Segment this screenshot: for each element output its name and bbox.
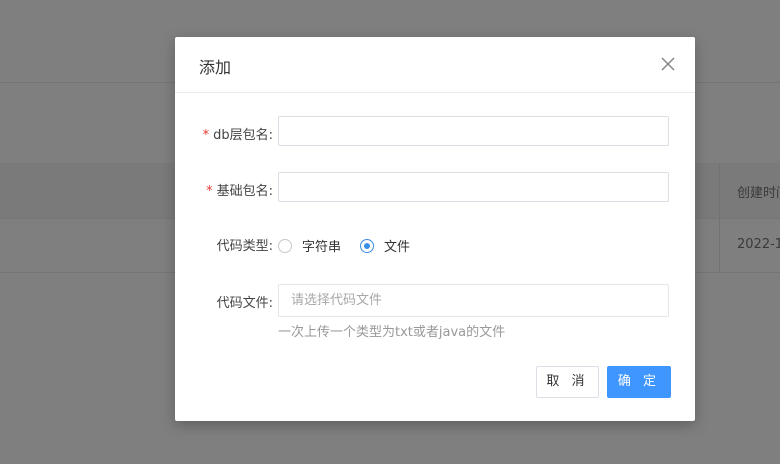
cancel-button[interactable]: 取 消	[536, 366, 599, 398]
base-package-label-text: 基础包名:	[216, 184, 273, 199]
code-file-input[interactable]: 请选择代码文件	[278, 284, 669, 317]
dialog-header: 添加	[175, 37, 695, 93]
confirm-button[interactable]: 确 定	[607, 366, 671, 398]
table-header-created-time: 创建时间	[737, 186, 780, 201]
column-divider	[719, 163, 720, 273]
radio-file-label: 文件	[384, 240, 411, 255]
db-package-input[interactable]	[278, 116, 669, 146]
table-cell-created-time: 2022-12	[737, 237, 780, 252]
dialog-title: 添加	[199, 58, 232, 77]
radio-string-circle[interactable]	[278, 238, 292, 253]
code-type-label: 代码类型:	[216, 239, 273, 254]
required-mark: *	[206, 184, 213, 199]
radio-string-label: 字符串	[302, 240, 342, 255]
close-icon[interactable]	[659, 55, 677, 73]
radio-file-circle[interactable]	[360, 238, 374, 253]
required-mark: *	[202, 128, 210, 143]
base-package-input[interactable]	[278, 172, 669, 202]
code-file-label: 代码文件:	[216, 296, 273, 311]
db-package-label-text: db层包名:	[213, 128, 273, 143]
code-file-hint: 一次上传一个类型为txt或者java的文件	[278, 325, 506, 340]
db-package-label: * db层包名:	[203, 124, 273, 143]
radio-file[interactable]: 文件	[360, 236, 410, 255]
base-package-label: * 基础包名:	[206, 180, 273, 199]
radio-string[interactable]: 字符串	[278, 236, 341, 255]
add-dialog: 添加 * db层包名: * 基础包名: 代码类型: 字符串 文件 代码文件: 请选择…	[175, 37, 695, 421]
